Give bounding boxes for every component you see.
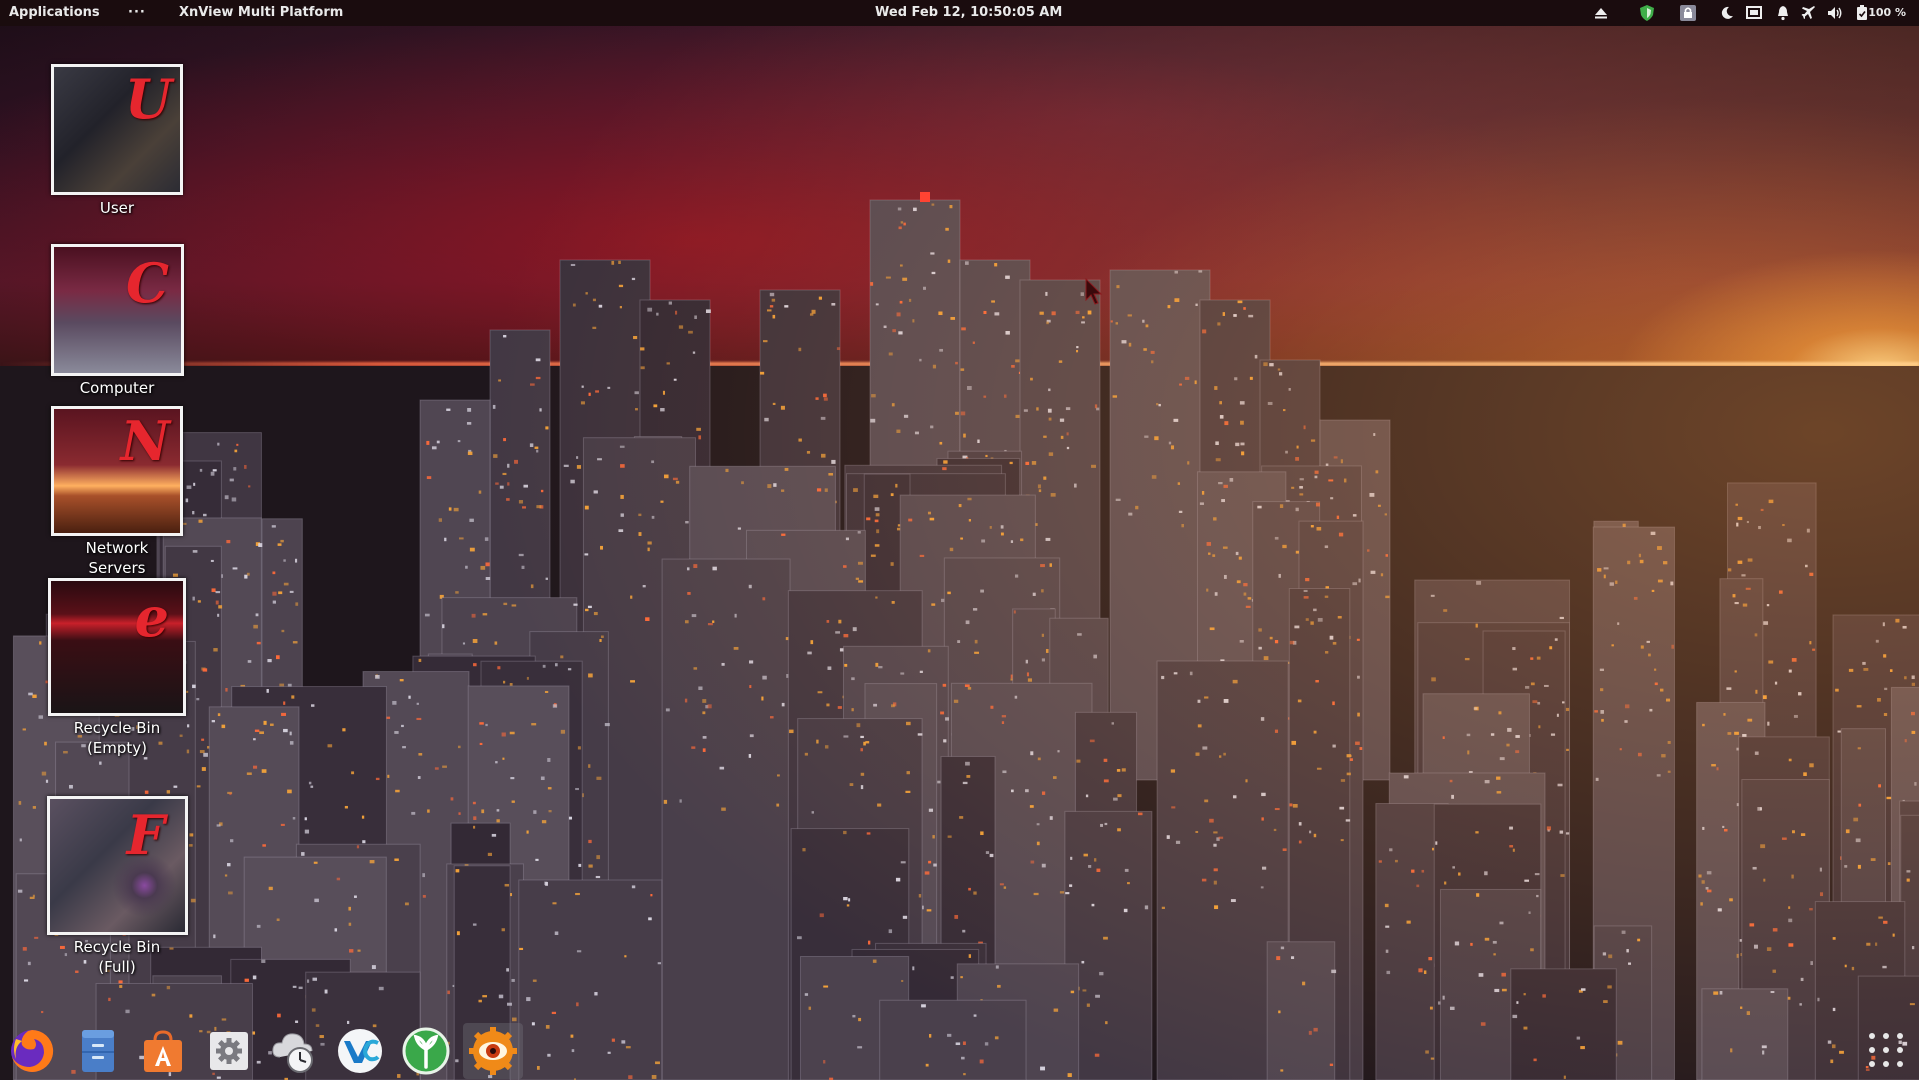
wallpaper-city bbox=[0, 0, 1919, 1080]
night-mode-icon[interactable] bbox=[1718, 4, 1736, 22]
mouse-cursor-icon bbox=[1085, 278, 1103, 305]
network-servers-icon-letter: N bbox=[120, 409, 170, 473]
desktop-icon-computer[interactable]: C Computer bbox=[42, 244, 192, 404]
desktop-icon-label-line1[interactable]: Network bbox=[42, 538, 192, 558]
desktop-icon-label-line1[interactable]: Recycle Bin bbox=[42, 718, 192, 738]
network-servers-icon[interactable]: N bbox=[51, 406, 183, 536]
clock[interactable]: Wed Feb 12, 10:50:05 AM bbox=[875, 0, 1062, 26]
desktop-icon-recycle-bin-empty[interactable]: e Recycle Bin (Empty) bbox=[42, 578, 192, 758]
software-center-icon[interactable] bbox=[137, 1025, 189, 1077]
volume-icon[interactable] bbox=[1826, 4, 1844, 22]
veracrypt-icon[interactable] bbox=[334, 1025, 386, 1077]
desktop-icon-user[interactable]: U User bbox=[42, 64, 192, 224]
desktop-icon-label-line1[interactable]: Recycle Bin bbox=[42, 937, 192, 957]
desktop-icon-label[interactable]: User bbox=[42, 198, 192, 218]
computer-icon[interactable]: C bbox=[51, 244, 184, 376]
dock bbox=[0, 1015, 1919, 1080]
airplane-icon[interactable] bbox=[1800, 4, 1818, 22]
computer-icon-letter: C bbox=[126, 251, 169, 315]
battery-percent[interactable]: 100 % bbox=[1868, 0, 1906, 26]
applications-menu[interactable]: Applications bbox=[9, 0, 100, 26]
desktop-icon-recycle-bin-full[interactable]: F Recycle Bin (Full) bbox=[42, 796, 192, 976]
bleachbit-icon[interactable] bbox=[400, 1025, 452, 1077]
recycle-bin-full-icon-letter: F bbox=[126, 803, 165, 867]
notification-icon[interactable] bbox=[1774, 4, 1792, 22]
files-icon[interactable] bbox=[72, 1025, 124, 1077]
firefox-icon[interactable] bbox=[6, 1025, 58, 1077]
recycle-bin-full-icon[interactable]: F bbox=[47, 796, 188, 935]
overflow-menu[interactable]: ··· bbox=[128, 0, 146, 26]
xnview-icon[interactable] bbox=[463, 1023, 523, 1079]
lock-icon[interactable] bbox=[1679, 4, 1697, 22]
active-app-name[interactable]: XnView Multi Platform bbox=[179, 0, 343, 26]
backup-icon[interactable] bbox=[268, 1025, 320, 1077]
desktop-icon-label[interactable]: Computer bbox=[42, 378, 192, 398]
screen-icon[interactable] bbox=[1745, 4, 1763, 22]
desktop-icon-label-line2[interactable]: (Full) bbox=[42, 957, 192, 977]
user-icon[interactable]: U bbox=[51, 64, 183, 195]
user-icon-letter: U bbox=[124, 67, 172, 131]
shield-icon[interactable] bbox=[1638, 4, 1656, 22]
top-panel: Applications ··· XnView Multi Platform W… bbox=[0, 0, 1919, 26]
show-applications-grid-icon[interactable] bbox=[1869, 1033, 1903, 1067]
settings-icon[interactable] bbox=[203, 1025, 255, 1077]
desktop-icon-label-line2[interactable]: (Empty) bbox=[42, 738, 192, 758]
eject-icon[interactable] bbox=[1592, 4, 1610, 22]
desktop-icon-network-servers[interactable]: N Network Servers bbox=[42, 406, 192, 578]
recycle-bin-empty-icon-letter: e bbox=[134, 585, 169, 649]
recycle-bin-empty-icon[interactable]: e bbox=[48, 578, 186, 716]
desktop-icon-label-line2[interactable]: Servers bbox=[42, 558, 192, 578]
